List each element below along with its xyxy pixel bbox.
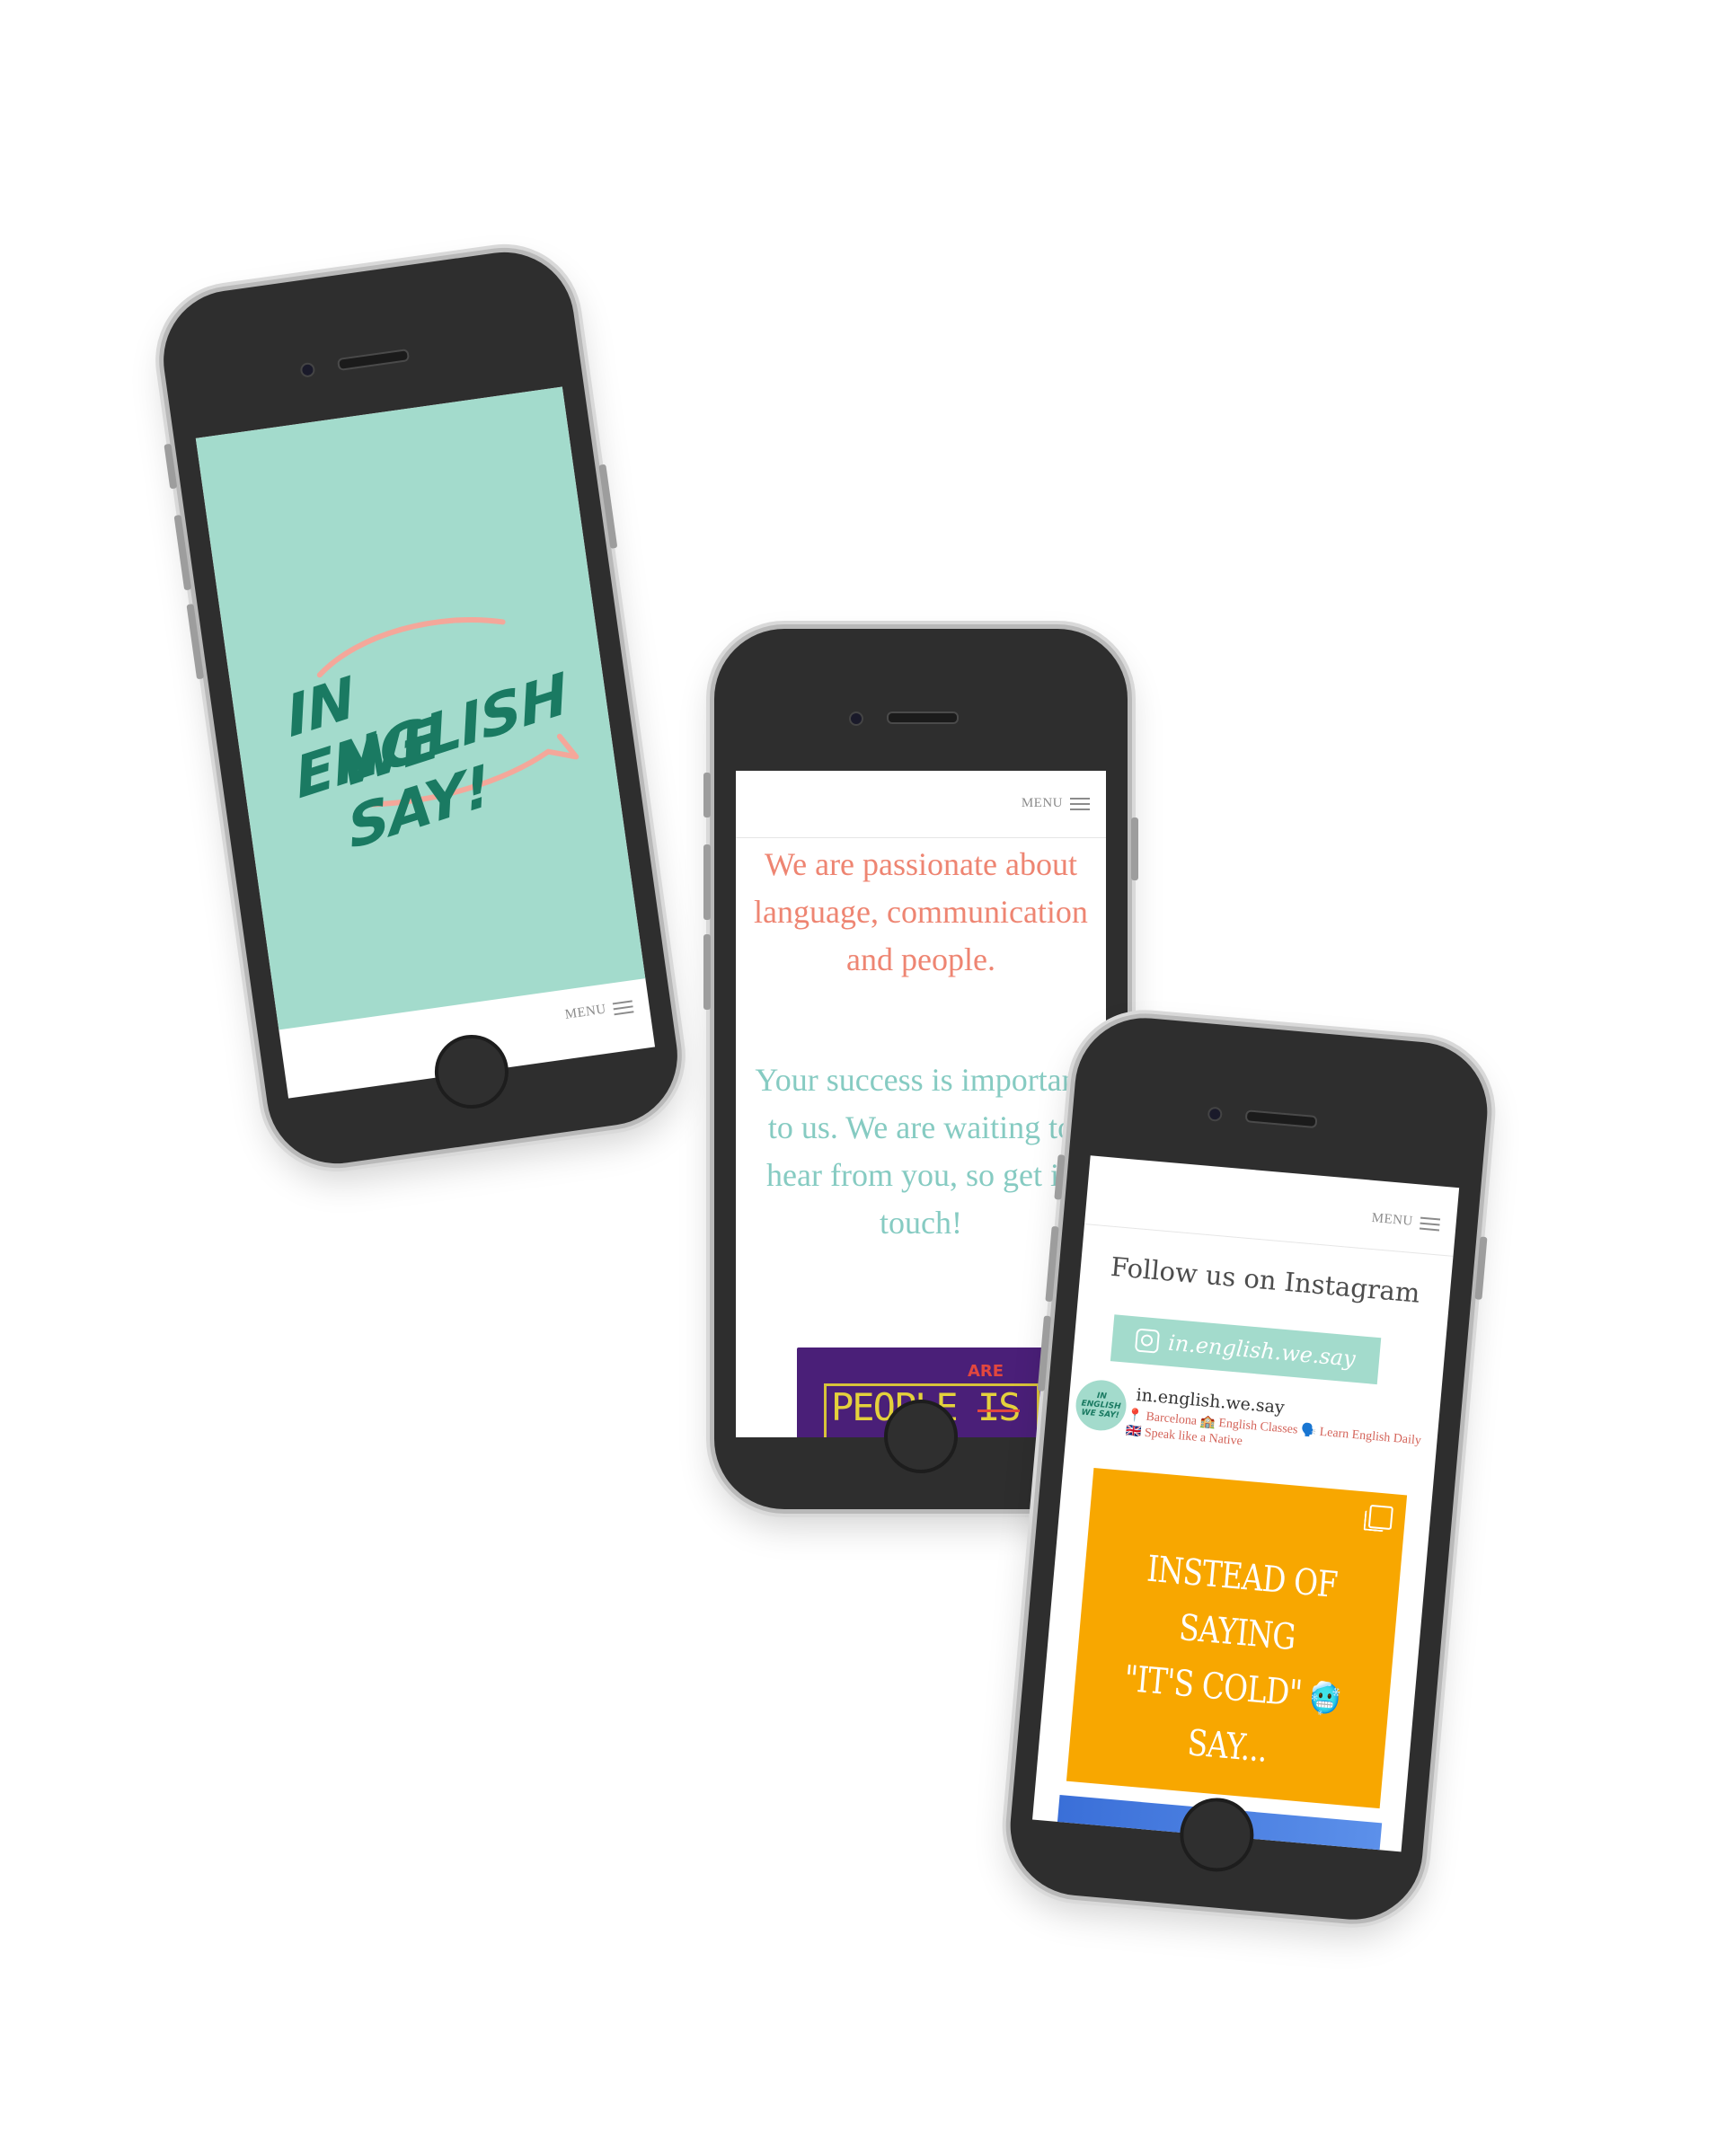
header-divider: [1084, 1224, 1454, 1257]
avatar[interactable]: IN ENGLISH WE SAY!: [1074, 1378, 1128, 1433]
power-button: [1131, 817, 1138, 880]
phone-instagram-screen: MENU Follow us on Instagram in.english.w…: [1004, 1012, 1493, 1926]
post-text: INSTEAD OF SAYING "IT'S COLD" 🥶 SAY...: [1096, 1538, 1373, 1785]
passion-statement: We are passionate about language, commun…: [754, 846, 1088, 977]
correction-word: ARE: [968, 1362, 1004, 1381]
mute-switch: [164, 443, 178, 490]
instagram-post[interactable]: INSTEAD OF SAYING "IT'S COLD" 🥶 SAY...: [1066, 1467, 1408, 1809]
stage: IN ENGLISH WE SAY! MENU MENU We are pass…: [0, 0, 1725, 2156]
post-line-1: INSTEAD OF SAYING: [1145, 1548, 1339, 1659]
screen: MENU We are passionate about language, c…: [736, 771, 1106, 1437]
earpiece-speaker: [887, 711, 959, 724]
menu-label: MENU: [563, 1002, 607, 1022]
volume-up-button: [703, 844, 711, 920]
menu-label: MENU: [1370, 1210, 1414, 1229]
post-line-2-text: "IT'S COLD": [1122, 1657, 1304, 1715]
power-button: [1474, 1236, 1488, 1300]
menu-button[interactable]: MENU: [1370, 1210, 1441, 1233]
screen: IN ENGLISH WE SAY! MENU: [195, 386, 656, 1099]
front-camera: [849, 711, 863, 726]
mute-switch: [703, 773, 711, 817]
instagram-handle: in.english.we.say: [1167, 1330, 1357, 1372]
earpiece-speaker: [336, 349, 411, 372]
power-button: [598, 464, 618, 549]
earpiece-speaker: [1244, 1109, 1318, 1129]
hamburger-icon: [1419, 1216, 1441, 1231]
brand-logo: IN ENGLISH WE SAY!: [258, 578, 591, 862]
contact-invitation: Your success is important to us. We are …: [755, 1062, 1087, 1241]
phone-home-screen: IN ENGLISH WE SAY! MENU: [155, 243, 686, 1173]
header-divider: [736, 837, 1106, 838]
home-button[interactable]: [884, 1400, 958, 1473]
volume-down-button: [703, 934, 711, 1010]
menu-button[interactable]: MENU: [564, 998, 634, 1022]
screen: MENU Follow us on Instagram in.english.w…: [1032, 1155, 1460, 1852]
instagram-follow-button[interactable]: in.english.we.say: [1110, 1314, 1382, 1385]
section-title: Follow us on Instagram: [1109, 1250, 1421, 1309]
volume-up-button: [173, 514, 192, 591]
front-camera: [1207, 1106, 1223, 1122]
menu-button[interactable]: MENU: [1022, 796, 1090, 811]
menu-label: MENU: [1021, 796, 1063, 810]
volume-down-button: [186, 604, 205, 680]
crossed-word: IS: [978, 1385, 1022, 1429]
front-camera: [299, 361, 316, 378]
multiple-posts-icon: [1367, 1504, 1393, 1531]
freezing-face-icon: 🥶: [1308, 1679, 1342, 1719]
instagram-profile[interactable]: IN ENGLISH WE SAY! in.english.we.say 📍 B…: [1073, 1378, 1433, 1471]
hamburger-icon: [1070, 797, 1090, 810]
hamburger-icon: [612, 999, 634, 1015]
hero-banner: IN ENGLISH WE SAY!: [195, 386, 646, 1030]
instagram-icon: [1135, 1328, 1161, 1354]
